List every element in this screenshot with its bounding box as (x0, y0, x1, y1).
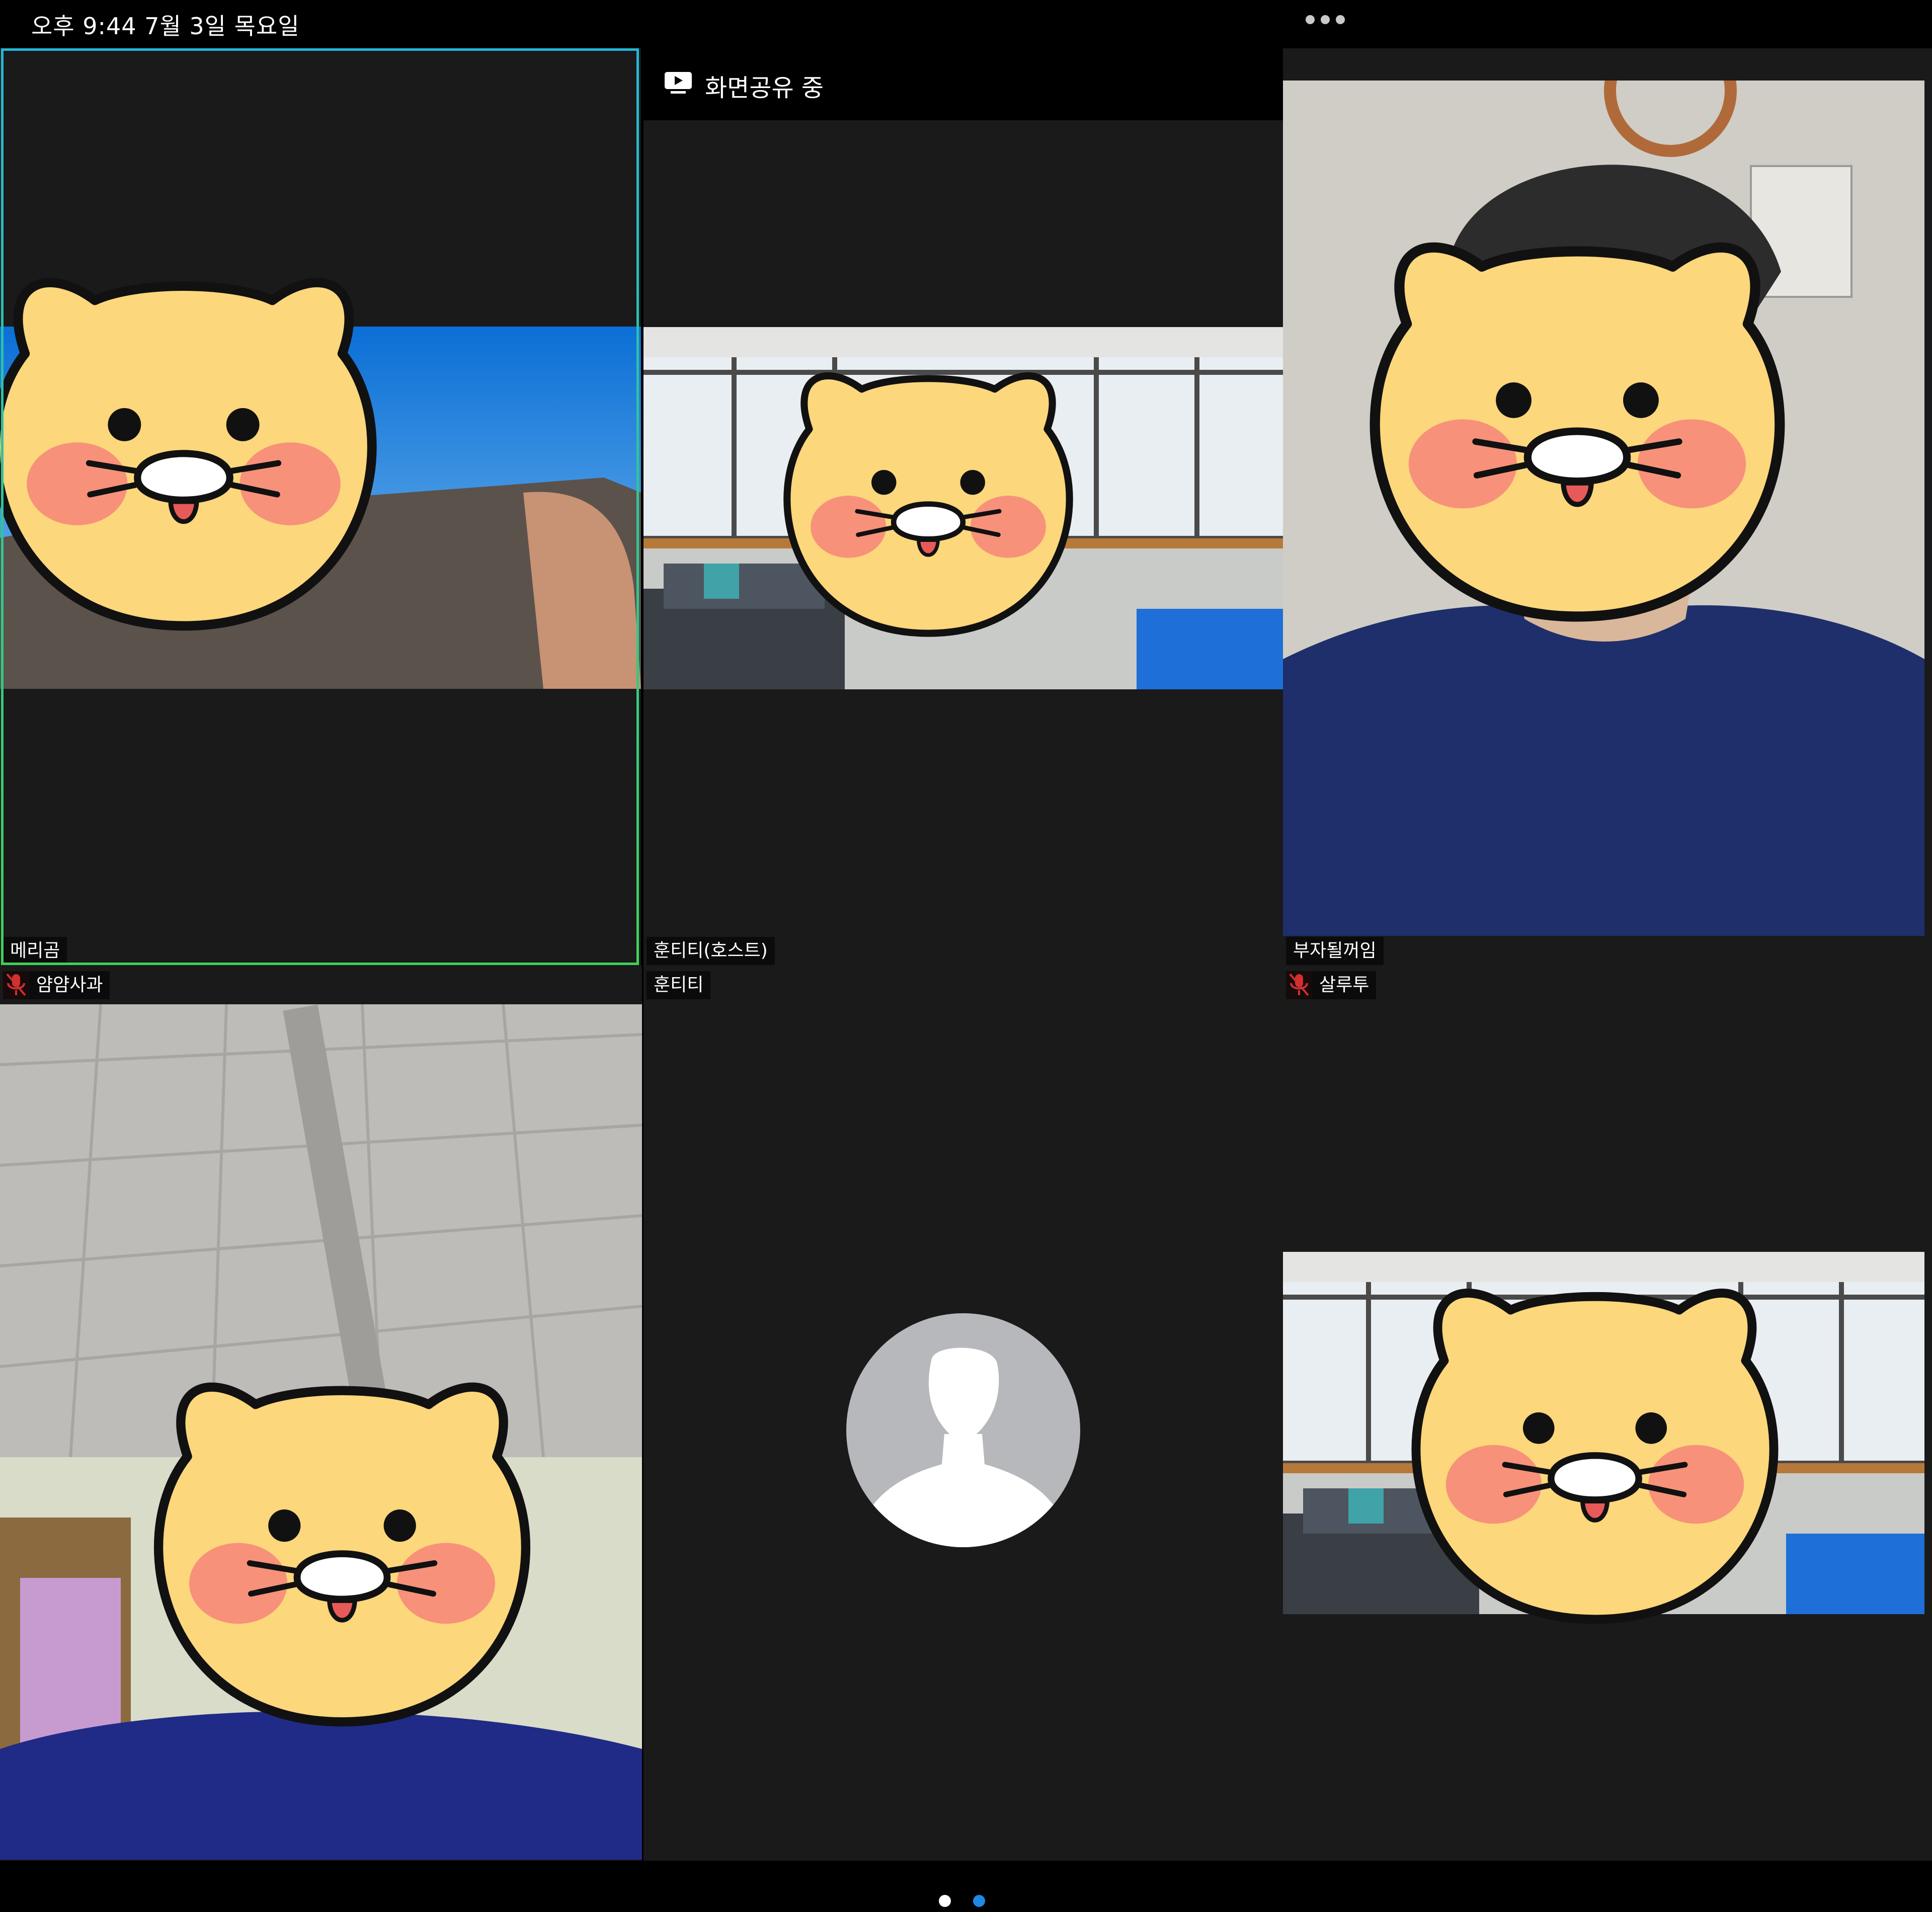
participant-name-label: 메리곰 (3, 937, 67, 965)
page-dot-1[interactable] (939, 1895, 951, 1907)
mic-muted-icon (3, 971, 29, 999)
cat-face-sticker (0, 247, 387, 650)
video-tile-yangyangsagwa[interactable]: 얌얌사과 (0, 965, 642, 1861)
page-dot-2[interactable] (973, 1895, 985, 1907)
participant-name-label: 훈티티(호스트) (647, 937, 775, 965)
screen-share-label: 화면공유 중 (705, 74, 824, 102)
screen-share-banner[interactable]: 화면공유 중 (643, 49, 1283, 120)
cat-face-sticker (121, 1352, 564, 1745)
status-time-date: 오후 9:44 7월 3일 목요일 (31, 13, 300, 40)
screen-share-icon (665, 72, 692, 94)
participant-name-label: 살루투 (1312, 971, 1377, 999)
video-tile-hoontt[interactable]: 훈티티 (643, 965, 1283, 1861)
video-tile-hoontt-host[interactable]: 훈티티(호스트) (643, 120, 1283, 965)
participant-name-label: 부자될꺼임 (1286, 937, 1384, 965)
video-tile-bujadoelgeoim[interactable]: 부자될꺼임 (1283, 48, 1932, 965)
cat-face-sticker (777, 327, 1079, 674)
bottom-bar (0, 1895, 1932, 1912)
cat-face-sticker (1394, 1259, 1796, 1642)
video-tile-merigom[interactable]: 메리곰 (0, 48, 641, 965)
default-profile-icon (846, 1313, 1080, 1547)
mic-muted-icon (1286, 971, 1312, 999)
participant-name-label: 훈티티 (647, 971, 711, 999)
video-tile-salrutu[interactable]: 살루투 (1283, 965, 1932, 1861)
participant-name-label: 얌얌사과 (29, 971, 110, 999)
more-dots-icon[interactable] (1306, 15, 1349, 30)
status-bar: 오후 9:44 7월 3일 목요일 (0, 0, 1932, 48)
cat-face-sticker (1343, 209, 1811, 642)
